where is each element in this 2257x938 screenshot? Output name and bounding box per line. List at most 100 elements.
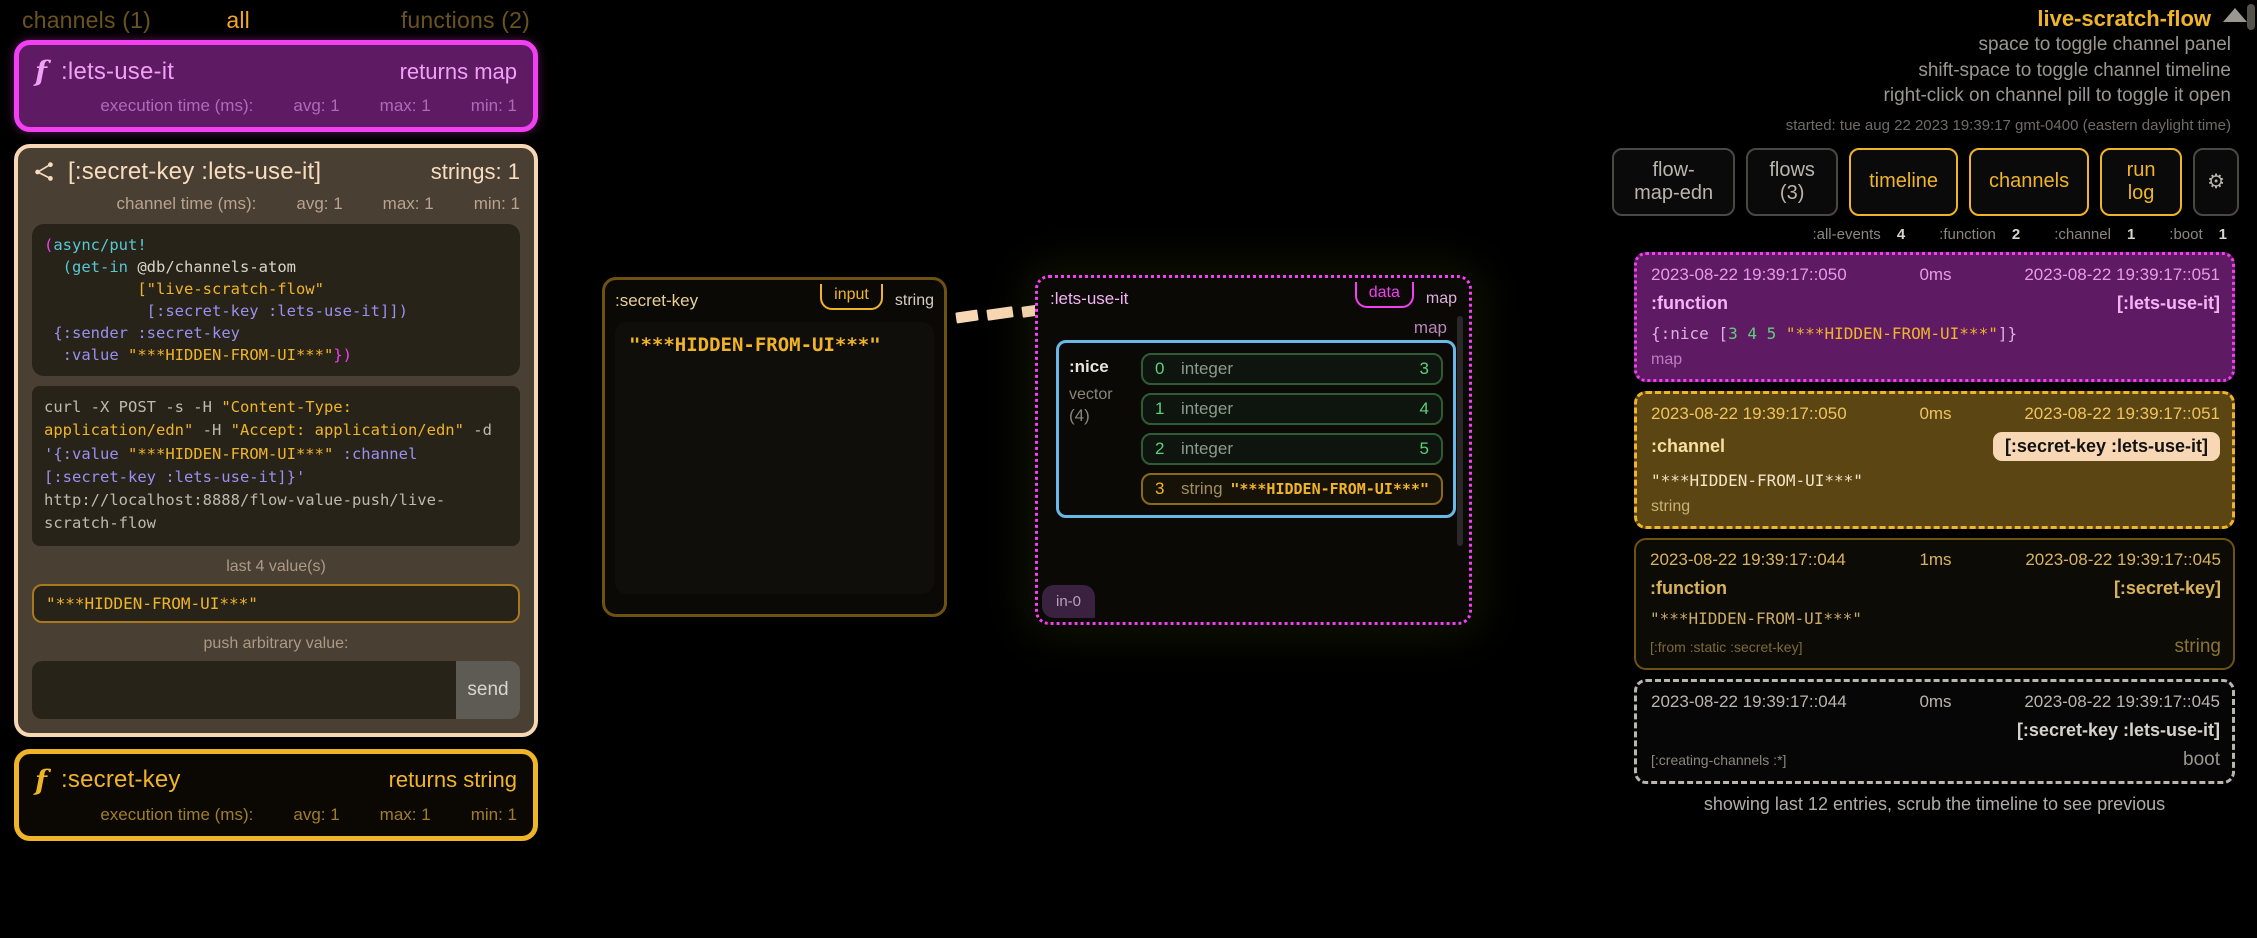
tab-channels[interactable]: channels (1) (22, 7, 151, 34)
log-value-num-0: 3 (1728, 323, 1738, 343)
edge-dash-2 (986, 306, 1014, 321)
node-name: :secret-key (615, 291, 699, 310)
node-type: string (894, 292, 934, 309)
log-entry[interactable]: 2023-08-22 19:39:17::044 1ms 2023-08-22 … (1634, 537, 2235, 670)
filter-boot[interactable]: :boot (2169, 226, 2202, 243)
item-type: integer (1181, 439, 1233, 458)
channel-stat-min: min: 1 (473, 194, 520, 213)
channel-name: [:secret-key :lets-use-it] (68, 158, 322, 185)
button-flow-map-edn[interactable]: flow-map-edn (1612, 147, 1736, 216)
function-returns: returns map (399, 58, 517, 84)
filter-function[interactable]: :function (1939, 226, 1996, 243)
stat-max: max: 1 (379, 804, 431, 824)
hint-line-2: shift-space to toggle channel timeline (1918, 59, 2231, 81)
item-type: integer (1181, 399, 1233, 418)
send-button[interactable]: send (456, 660, 520, 719)
log-kind-row: :function [:secret-key] (1650, 578, 2221, 599)
hint-line-1: space to toggle channel panel (1978, 34, 2231, 55)
log-kind-row: :function [:lets-use-it] (1651, 293, 2220, 314)
edn-close: }) (333, 346, 352, 364)
node-name: :lets-use-it (1050, 289, 1129, 308)
push-value-row: send (32, 660, 520, 719)
function-card-lets-use-it[interactable]: f :lets-use-it returns map execution tim… (14, 40, 538, 132)
filter-all-events[interactable]: :all-events (1812, 226, 1880, 243)
button-flows[interactable]: flows (3) (1746, 147, 1839, 216)
last-value[interactable]: "***HIDDEN-FROM-UI***" (32, 583, 520, 623)
filter-function-count: 2 (2011, 225, 2021, 243)
edn-value-str: "***HIDDEN-FROM-UI***" (128, 346, 334, 364)
port-pill-data[interactable]: data (1354, 281, 1414, 308)
vector-count: (4) (1069, 406, 1090, 425)
node-input-port-in-0[interactable]: in-0 (1042, 585, 1096, 618)
edn-value-key: :value (53, 346, 128, 364)
flow-title: live-scratch-flow (2037, 6, 2211, 31)
flow-canvas[interactable]: :secret-key input string "***HIDDEN-FROM… (552, 0, 1612, 938)
stat-min: min: 1 (470, 96, 517, 115)
timeline-footer-note: showing last 12 entries, scrub the timel… (1703, 793, 2166, 814)
collapse-arrow-icon[interactable] (2223, 8, 2247, 22)
log-source: [:creating-channels :*] (1651, 751, 1787, 768)
curl-accept: "Accept: application/edn" (230, 421, 464, 440)
gear-icon[interactable]: ⚙ (2193, 147, 2239, 216)
button-timeline[interactable]: timeline (1849, 147, 1959, 216)
log-start-time: 2023-08-22 19:39:17::044 (1651, 691, 1847, 711)
log-end-time: 2023-08-22 19:39:17::045 (2025, 549, 2221, 569)
vector-item[interactable]: 1 integer 4 (1141, 393, 1443, 425)
channel-card[interactable]: [:secret-key :lets-use-it] strings: 1 ch… (14, 144, 538, 737)
button-channels[interactable]: channels (1969, 147, 2090, 216)
vector-item[interactable]: 0 integer 3 (1141, 353, 1443, 385)
vector-meta: :nice vector (4) (1069, 353, 1141, 505)
push-value-input[interactable] (32, 660, 456, 719)
secret-key-header: f :secret-key returns string (35, 764, 517, 797)
log-timestamps: 2023-08-22 19:39:17::050 0ms 2023-08-22 … (1651, 265, 2220, 285)
log-footer: map (1651, 351, 2220, 369)
port-pill-input[interactable]: input (820, 283, 883, 310)
left-channel-panel: channels (1) all functions (2) f :lets-u… (0, 0, 552, 938)
log-value: {:nice [3 4 5 "***HIDDEN-FROM-UI***"]} (1651, 324, 2220, 343)
log-value-prefix: {:nice [ (1651, 323, 1729, 343)
stat-avg: avg: 1 (293, 804, 340, 824)
log-entry[interactable]: 2023-08-22 19:39:17::050 0ms 2023-08-22 … (1634, 390, 2235, 529)
log-value: "***HIDDEN-FROM-UI***" (1651, 470, 1863, 490)
flow-node-secret-key[interactable]: :secret-key input string "***HIDDEN-FROM… (602, 277, 947, 617)
log-value-num-2: 5 (1766, 323, 1777, 343)
log-entry[interactable]: 2023-08-22 19:39:17::050 0ms 2023-08-22 … (1634, 251, 2235, 382)
edn-paren2: ( (62, 258, 73, 276)
flow-node-lets-use-it[interactable]: :lets-use-it data map map :nice vector (… (1035, 275, 1472, 625)
event-filter-row: :all-events 4 :function 2 :channel 1 :bo… (1612, 216, 2257, 243)
curl-value-str: "***HIDDEN-FROM-UI***" (128, 444, 334, 463)
curl-p6: '{:value (44, 444, 128, 463)
hint-line-3: right-click on channel pill to toggle it… (1883, 85, 2231, 107)
vector-item[interactable]: 3 string "***HIDDEN-FROM-UI***" (1141, 473, 1443, 505)
page-scrollbar[interactable] (2247, 4, 2255, 30)
log-tag: [:secret-key :lets-use-it] (2016, 719, 2220, 740)
curl-p5: -d (463, 421, 502, 440)
right-timeline-panel: live-scratch-flow space to toggle channe… (1612, 0, 2257, 938)
secret-key-stats: execution time (ms): avg: 1 max: 1 min: … (35, 805, 517, 825)
node-scrollbar[interactable] (1457, 316, 1463, 546)
vector-item[interactable]: 2 integer 5 (1141, 433, 1443, 465)
log-tag-highlighted[interactable]: [:secret-key :lets-use-it] (1992, 431, 2220, 461)
log-value-str: "***HIDDEN-FROM-UI***" (1785, 323, 1998, 343)
filter-channel[interactable]: :channel (2054, 226, 2111, 243)
log-entry[interactable]: 2023-08-22 19:39:17::044 0ms 2023-08-22 … (1634, 678, 2235, 784)
log-kind: :function (1651, 292, 1728, 313)
channel-stats-label: channel time (ms): (116, 194, 257, 213)
item-type: integer (1181, 359, 1233, 378)
log-value-suffix: ]} (1997, 323, 2018, 343)
channel-strings-count: strings: 1 (430, 159, 520, 184)
tab-functions[interactable]: functions (2) (401, 7, 530, 34)
button-run-log[interactable]: run log (2100, 147, 2183, 216)
log-end-time: 2023-08-22 19:39:17::045 (2024, 691, 2220, 711)
function-name: :secret-key (61, 766, 181, 793)
log-tag: [:secret-key] (2113, 577, 2221, 598)
curl-p1: curl -X POST -s -H (44, 398, 222, 416)
vector-type: vector (1069, 386, 1113, 403)
tab-all[interactable]: all (226, 7, 250, 34)
node-type: map (1425, 290, 1457, 307)
edn-open-paren: ( (44, 236, 54, 254)
channel-stat-avg: avg: 1 (296, 194, 343, 213)
log-start-time: 2023-08-22 19:39:17::050 (1651, 264, 1847, 284)
stats-label: execution time (ms): (100, 804, 254, 824)
function-card-secret-key[interactable]: f :secret-key returns string execution t… (14, 748, 538, 841)
